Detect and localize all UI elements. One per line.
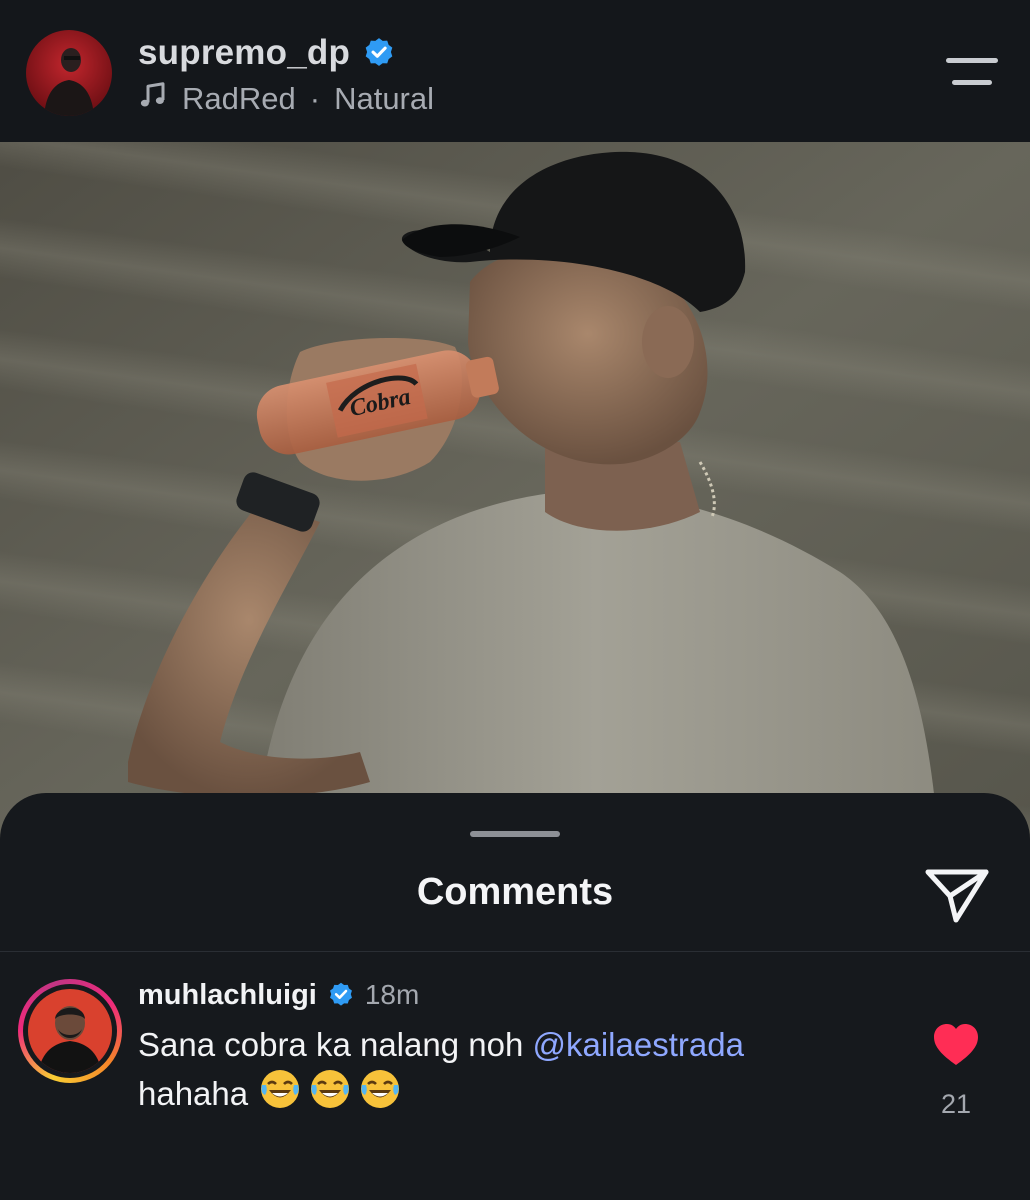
comment-header: muhlachluigi 18m: [138, 973, 419, 1017]
comment-item: muhlachluigi 18m Sana cobra ka nalang no…: [0, 973, 1030, 1133]
comment-text-after: hahaha: [138, 1075, 249, 1112]
laughing-emoji-icon: [361, 1070, 400, 1108]
hamburger-menu-icon[interactable]: [944, 56, 1000, 86]
verified-badge-icon: [362, 36, 396, 70]
comment-timestamp: 18m: [364, 979, 420, 1010]
sheet-drag-handle[interactable]: [470, 831, 560, 837]
laughing-emoji-icon: [261, 1070, 300, 1108]
sheet-divider: [0, 951, 1030, 952]
post-header: supremo_dp RadRed · Natural: [0, 0, 1030, 142]
comment-text: Sana cobra ka nalang noh @kailaestrada h…: [138, 1023, 878, 1116]
commenter-avatar[interactable]: [28, 989, 112, 1073]
like-count: 21: [940, 1089, 972, 1119]
comments-title: Comments: [416, 871, 614, 913]
author-username[interactable]: supremo_dp: [138, 33, 350, 73]
heart-icon[interactable]: [932, 1023, 980, 1067]
music-row[interactable]: RadRed · Natural: [138, 78, 434, 120]
author-avatar[interactable]: [26, 30, 112, 116]
emoji-group: [258, 1067, 402, 1111]
comment-text-before: Sana cobra ka nalang noh: [138, 1026, 533, 1063]
laughing-emoji-icon: [311, 1070, 350, 1108]
comment-mention-link[interactable]: @kailaestrada: [532, 1026, 743, 1063]
post-photo[interactable]: Cobra: [0, 142, 1030, 862]
author-row: supremo_dp: [138, 30, 396, 76]
comments-sheet: Comments muhlachluigi 18m Sana cobra ka …: [0, 793, 1030, 1200]
commenter-story-ring[interactable]: [18, 979, 122, 1083]
send-paper-plane-icon[interactable]: [922, 862, 992, 928]
verified-badge-icon: [327, 981, 355, 1009]
music-artist: RadRed: [182, 81, 296, 116]
music-track: Natural: [334, 81, 435, 116]
post-screen: supremo_dp RadRed · Natural Cobra Commen…: [0, 0, 1030, 1200]
commenter-username[interactable]: muhlachluigi: [138, 979, 317, 1012]
music-note-icon: [138, 80, 168, 118]
music-separator: ·: [309, 81, 321, 116]
